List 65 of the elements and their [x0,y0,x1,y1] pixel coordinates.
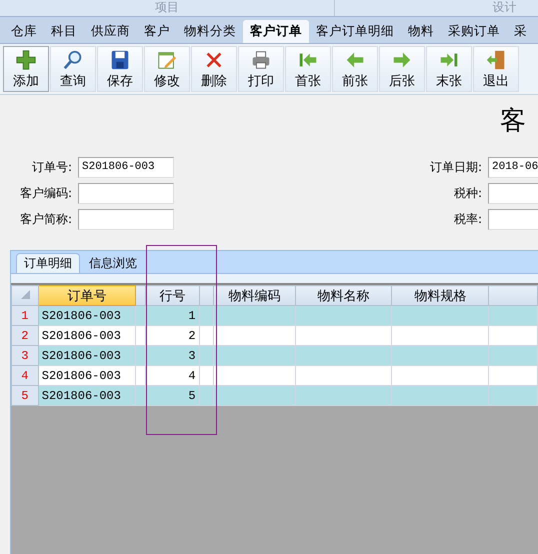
input-field[interactable] [78,183,174,204]
row-number[interactable]: 4 [12,366,38,386]
corner-triangle-icon [18,288,31,300]
tab[interactable]: 订单明细 [16,253,80,273]
field-label: 客户简称: [18,211,72,228]
toolbar-button[interactable]: 首张 [285,46,331,92]
table-cell [488,306,538,326]
toolbar-button[interactable]: 删除 [191,46,237,92]
plus-icon [15,49,37,71]
menu-tab[interactable]: 供应商 [84,20,137,43]
row-number[interactable]: 3 [12,346,38,366]
exit-door-icon [485,49,507,71]
column-header[interactable]: 物料编码 [214,286,296,306]
input-field[interactable] [488,209,538,230]
column-header[interactable] [136,286,146,306]
toolbar-button[interactable]: 查询 [50,46,96,92]
menu-tab[interactable]: 采 [507,20,534,43]
input-field[interactable]: 2018-06 [488,157,538,178]
row-number[interactable]: 2 [12,326,38,346]
menu-tab[interactable]: 物料分类 [177,20,243,43]
tab[interactable]: 信息浏览 [82,254,144,273]
menu-tab[interactable]: 科目 [44,20,84,43]
menu-tab[interactable]: 客户订单 [243,20,309,43]
input-field[interactable] [78,209,174,230]
row-number[interactable]: 5 [12,386,38,406]
toolbar-button[interactable]: 添加 [3,46,49,92]
menu-tab[interactable]: 客户 [137,20,177,43]
input-field[interactable]: S201806-003 [78,157,174,178]
column-header[interactable] [199,286,214,306]
corner-header[interactable] [12,286,38,306]
table-cell: 5 [146,386,200,406]
field-label: 订单号: [30,159,72,176]
column-header[interactable]: 物料名称 [295,286,392,306]
row-number[interactable]: 1 [12,306,38,326]
field-label: 税种: [452,185,482,202]
menu-tab[interactable]: 采购订单 [441,20,507,43]
edit-icon [156,49,178,71]
table-cell: S201806-003 [38,346,136,366]
form-title: 客 [500,105,526,138]
menu-tab[interactable]: 仓库 [4,20,44,43]
field-label: 客户编码: [18,185,72,202]
toolbar-button[interactable]: 后张 [379,46,425,92]
field-label: 税率: [452,211,482,228]
menu-tab[interactable]: 物料 [401,20,441,43]
menu-tab[interactable]: 客户订单明细 [309,20,401,43]
toolbar-button[interactable]: 修改 [144,46,190,92]
column-header[interactable] [488,286,538,306]
table-cell: S201806-003 [38,386,136,406]
toolbar-button[interactable]: 退出 [473,46,519,92]
column-header[interactable]: 行号 [146,286,200,306]
column-header[interactable]: 物料规格 [392,286,489,306]
toolbar-button[interactable]: 末张 [426,46,472,92]
table-cell [488,386,538,406]
search-icon [62,49,84,71]
toolbar-button[interactable]: 保存 [97,46,143,92]
printer-icon [250,49,272,71]
table-cell: 1 [146,306,200,326]
field-label: 订单日期: [430,159,482,176]
table-cell [488,346,538,366]
toolbar-button[interactable]: 打印 [238,46,284,92]
input-field[interactable] [488,183,538,204]
toolbar-button[interactable]: 前张 [332,46,378,92]
table-cell: S201806-003 [38,306,136,326]
column-header[interactable]: 订单号 [38,286,136,306]
table-cell: 3 [146,346,200,366]
